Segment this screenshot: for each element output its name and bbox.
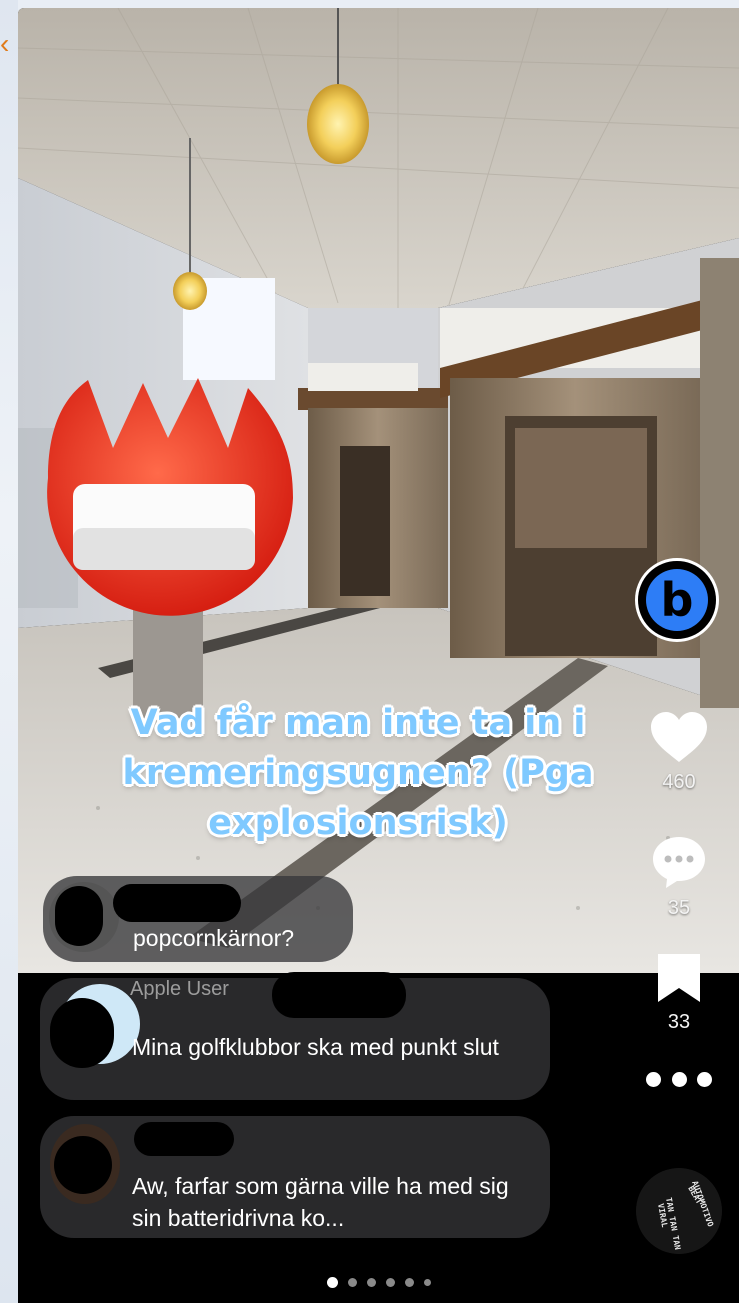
comment-text: popcornkärnor? bbox=[133, 925, 295, 951]
page-dot[interactable] bbox=[385, 1278, 395, 1287]
comment-bubble-icon bbox=[653, 837, 705, 888]
page-dot[interactable] bbox=[423, 1279, 431, 1286]
bookmark-icon bbox=[658, 954, 700, 1002]
comment-text: Mina golfklubbor ska med punkt slut bbox=[132, 1034, 499, 1060]
creator-logo-icon: b bbox=[646, 569, 708, 631]
video-caption: Vad får man inte ta in i kremeringsugnen… bbox=[122, 703, 594, 843]
page-dot[interactable] bbox=[366, 1278, 376, 1287]
redacted-username bbox=[272, 972, 406, 1018]
sound-disc-icon: BEAT AUTOMOTIVO TAN TAN TAN VIRAL bbox=[636, 1168, 722, 1254]
like-count: 460 bbox=[662, 771, 696, 793]
comment-item[interactable]: popcornkärnor? bbox=[43, 876, 353, 962]
sound-disc[interactable]: BEAT AUTOMOTIVO TAN TAN TAN VIRAL bbox=[636, 1168, 722, 1254]
save-count: 33 bbox=[667, 1011, 691, 1033]
comment-item[interactable]: Apple User Mina golfklubbor ska med punk… bbox=[40, 972, 550, 1100]
post-viewer: Vad får man inte ta in i kremeringsugnen… bbox=[18, 8, 739, 1303]
carousel-pagination bbox=[18, 1277, 739, 1288]
more-options-icon[interactable] bbox=[646, 1072, 712, 1087]
save-button[interactable]: 33 bbox=[639, 952, 719, 1034]
creator-avatar[interactable]: b bbox=[635, 558, 719, 642]
page-dot-active[interactable] bbox=[326, 1277, 338, 1288]
comment-author: Apple User bbox=[130, 978, 229, 1000]
redacted-username bbox=[134, 1122, 234, 1156]
redacted-username bbox=[113, 884, 241, 922]
redaction-mark bbox=[54, 1136, 112, 1194]
comment-count: 35 bbox=[667, 897, 691, 919]
background-edge bbox=[0, 0, 18, 1303]
page-dot[interactable] bbox=[347, 1278, 357, 1287]
redaction-mark bbox=[55, 886, 103, 946]
back-chevron-icon[interactable]: ‹ bbox=[0, 30, 9, 58]
like-button[interactable]: 460 bbox=[639, 710, 719, 794]
heart-icon bbox=[651, 712, 707, 762]
page-dot[interactable] bbox=[404, 1278, 414, 1287]
comment-text: Aw, farfar som gärna ville ha med sig si… bbox=[132, 1173, 509, 1231]
redaction-mark bbox=[50, 998, 114, 1068]
comment-button[interactable]: 35 bbox=[639, 834, 719, 920]
comment-item[interactable]: Aw, farfar som gärna ville ha med sig si… bbox=[40, 1116, 550, 1238]
